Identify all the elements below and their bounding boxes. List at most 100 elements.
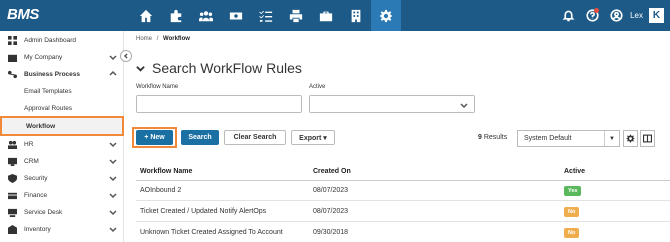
page-title: Search WorkFlow Rules <box>136 60 302 76</box>
sidebar-item-label: Approval Routes <box>24 104 73 112</box>
clear-search-button[interactable]: Clear Search <box>224 130 286 145</box>
chevron-left-icon <box>123 53 128 59</box>
tenant-logo[interactable]: K <box>649 8 664 23</box>
module-nav <box>131 0 401 31</box>
created-on-cell: 08/07/2023 <box>313 208 349 215</box>
results-label: Results <box>483 134 508 141</box>
sidebar: Admin Dashboard My Company Business Proc… <box>0 31 124 242</box>
sidebar-item-label: Admin Dashboard <box>24 36 77 44</box>
shield-icon <box>7 173 17 183</box>
sidebar-item-admin-dashboard[interactable]: Admin Dashboard <box>0 31 124 49</box>
top-navigation-bar: BMS Lex K <box>0 0 670 31</box>
gear-icon <box>626 134 635 143</box>
chevron-down-icon <box>109 174 117 182</box>
sidebar-item-label: Business Process <box>24 70 81 78</box>
columns-icon <box>643 134 652 143</box>
building-icon <box>7 52 17 62</box>
sidebar-item-workflow[interactable]: Workflow <box>0 116 124 136</box>
help-icon[interactable] <box>580 0 604 31</box>
workflow-name-cell[interactable]: AOInbound 2 <box>140 181 181 200</box>
status-badge: No <box>564 227 580 238</box>
briefcase-icon[interactable] <box>311 0 341 31</box>
username[interactable]: Lex <box>630 11 643 20</box>
chevron-down-icon <box>109 191 117 199</box>
gear-icon[interactable] <box>371 0 401 31</box>
hr-icon <box>7 139 17 149</box>
new-button[interactable]: + New <box>136 130 173 145</box>
table-row[interactable]: Ticket Created / Updated Notify AlertOps… <box>136 202 670 222</box>
chevron-down-icon <box>460 103 468 109</box>
chevron-down-icon[interactable] <box>136 64 145 73</box>
brand-logo[interactable]: BMS <box>7 6 39 23</box>
money-icon[interactable] <box>221 0 251 31</box>
created-on-cell: 09/30/2018 <box>313 229 349 236</box>
puzzle-icon[interactable] <box>161 0 191 31</box>
chevron-down-icon <box>109 208 117 216</box>
bell-icon[interactable] <box>556 0 580 31</box>
home-icon[interactable] <box>131 0 161 31</box>
status-badge: No <box>564 206 580 217</box>
sidebar-item-label: HR <box>24 140 34 148</box>
search-button[interactable]: Search <box>181 130 219 145</box>
active-cell: No <box>564 223 580 242</box>
breadcrumb-separator: / <box>156 36 159 42</box>
export-button[interactable]: Export ▾ <box>291 130 335 145</box>
building-icon[interactable] <box>341 0 371 31</box>
sidebar-item-hr[interactable]: HR <box>0 135 124 153</box>
sidebar-item-service-desk[interactable]: Service Desk <box>0 203 124 221</box>
sidebar-item-business-process[interactable]: Business Process <box>0 65 124 83</box>
column-header-active[interactable]: Active <box>564 163 585 180</box>
active-cell: Yes <box>564 181 582 200</box>
chevron-up-icon <box>109 70 117 78</box>
sidebar-item-inventory[interactable]: Inventory <box>0 220 124 238</box>
column-header-created[interactable]: Created On <box>313 163 351 180</box>
chevron-down-icon <box>109 225 117 233</box>
dashboard-icon <box>7 35 17 45</box>
sidebar-item-label: Workflow <box>26 122 56 130</box>
view-select-value: System Default <box>524 135 572 142</box>
breadcrumb-current: Workflow <box>163 36 190 42</box>
finance-icon <box>7 190 17 200</box>
checklist-icon[interactable] <box>251 0 281 31</box>
printer-icon[interactable] <box>281 0 311 31</box>
sidebar-item-label: Inventory <box>24 225 51 233</box>
sidebar-item-my-company[interactable]: My Company <box>0 48 124 66</box>
inventory-icon <box>7 224 17 234</box>
table-header: Workflow Name Created On Active <box>136 163 670 181</box>
breadcrumb-home[interactable]: Home <box>136 36 152 42</box>
workflow-name-cell[interactable]: Ticket Created / Updated Notify AlertOps <box>140 202 266 221</box>
user-toolbar: Lex K <box>556 0 670 31</box>
status-badge: Yes <box>564 185 582 196</box>
sidebar-item-label: Finance <box>24 191 48 199</box>
table-row[interactable]: AOInbound 2 08/07/2023 Yes <box>136 181 670 201</box>
sidebar-item-label: Email Templates <box>24 87 72 95</box>
workflow-name-input[interactable] <box>136 95 302 113</box>
view-select[interactable]: System Default ▼ <box>517 130 620 147</box>
sidebar-item-crm[interactable]: CRM <box>0 152 124 170</box>
settings-button[interactable] <box>623 130 638 147</box>
chevron-down-icon <box>109 53 117 61</box>
service-desk-icon <box>7 207 17 217</box>
sidebar-item-label: My Company <box>24 53 63 61</box>
sidebar-item-label: Service Desk <box>24 208 63 216</box>
sidebar-item-security[interactable]: Security <box>0 169 124 187</box>
active-select[interactable] <box>309 95 475 113</box>
table-row[interactable]: Unknown Ticket Created Assigned To Accou… <box>136 223 670 242</box>
sidebar-collapse-button[interactable] <box>120 50 132 62</box>
workflow-name-cell[interactable]: Unknown Ticket Created Assigned To Accou… <box>140 223 283 242</box>
sidebar-item-approval-routes[interactable]: Approval Routes <box>0 99 124 117</box>
sidebar-item-email-templates[interactable]: Email Templates <box>0 82 124 100</box>
active-cell: No <box>564 202 580 221</box>
caret-down-icon: ▼ <box>604 131 619 146</box>
process-icon <box>7 69 17 79</box>
workflow-name-label: Workflow Name <box>136 84 179 90</box>
results-number: 9 <box>478 134 482 141</box>
chevron-down-icon <box>109 140 117 148</box>
user-avatar-icon[interactable] <box>604 0 628 31</box>
page-title-text: Search WorkFlow Rules <box>152 60 302 76</box>
results-count: 9 Results <box>478 134 507 141</box>
column-header-name[interactable]: Workflow Name <box>140 163 192 180</box>
sidebar-item-finance[interactable]: Finance <box>0 186 124 204</box>
columns-button[interactable] <box>640 130 655 147</box>
users-icon[interactable] <box>191 0 221 31</box>
